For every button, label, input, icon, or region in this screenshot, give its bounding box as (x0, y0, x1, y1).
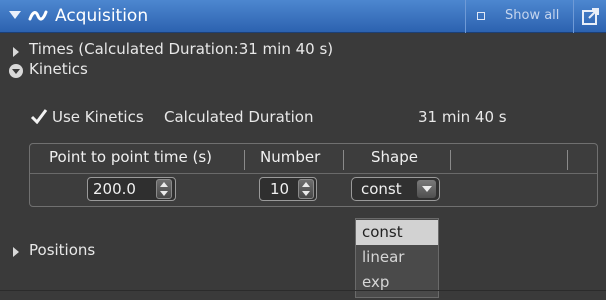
table-header: Point to point time (s) Number Shape (30, 144, 597, 174)
shape-select[interactable]: const (351, 177, 440, 201)
tree-item-kinetics[interactable]: Kinetics (0, 60, 606, 82)
tree-item-positions[interactable]: Positions (0, 241, 350, 263)
expand-arrow-icon[interactable] (13, 247, 19, 257)
tree-item-times[interactable]: Times (Calculated Duration:31 min 40 s) (0, 40, 606, 62)
column-divider[interactable] (244, 150, 245, 170)
column-header-point-time[interactable]: Point to point time (s) (49, 148, 212, 166)
column-divider[interactable] (450, 150, 451, 170)
panel-title: Acquisition (55, 6, 149, 26)
times-label: Times (Calculated Duration:31 min 40 s) (29, 40, 334, 58)
dropdown-option-const[interactable]: const (356, 220, 438, 245)
calculated-duration-label: Calculated Duration (164, 108, 314, 126)
dropdown-option-linear[interactable]: linear (356, 245, 438, 270)
calculated-duration-value: 31 min 40 s (418, 108, 507, 126)
titlebar-divider (573, 0, 574, 33)
point-time-stepper[interactable] (156, 179, 172, 199)
stepper-down-icon[interactable] (160, 191, 168, 196)
point-time-input[interactable]: 200.0 (87, 177, 176, 201)
column-divider[interactable] (343, 150, 344, 170)
dropdown-arrow-icon[interactable] (417, 180, 436, 198)
panel-bottom-border (0, 290, 606, 291)
column-divider[interactable] (567, 150, 568, 170)
use-kinetics-checkbox-icon[interactable] (30, 108, 48, 124)
titlebar-divider (465, 0, 466, 33)
stepper-down-icon[interactable] (302, 191, 310, 196)
column-header-number[interactable]: Number (260, 148, 320, 166)
point-time-value[interactable]: 200.0 (93, 180, 136, 198)
shape-select-value[interactable]: const (361, 180, 402, 198)
number-value[interactable]: 10 (270, 180, 289, 198)
positions-label: Positions (29, 241, 96, 259)
number-input[interactable]: 10 (259, 177, 317, 201)
kinetics-label: Kinetics (29, 60, 88, 78)
show-all-label[interactable]: Show all (505, 8, 559, 23)
number-stepper[interactable] (298, 179, 314, 199)
collapse-arrow-icon[interactable] (9, 11, 21, 19)
expand-arrow-icon[interactable] (13, 47, 19, 57)
column-header-shape[interactable]: Shape (371, 148, 418, 166)
dropdown-option-exp[interactable]: exp (356, 270, 438, 295)
collapse-circle-icon[interactable] (9, 64, 23, 78)
show-all-checkbox[interactable] (477, 12, 485, 20)
shape-dropdown-list: const linear exp (355, 218, 439, 298)
undock-icon[interactable] (580, 5, 602, 27)
stepper-up-icon[interactable] (160, 182, 168, 187)
use-kinetics-label[interactable]: Use Kinetics (52, 108, 144, 126)
acquisition-wave-icon (28, 10, 48, 21)
stepper-up-icon[interactable] (302, 182, 310, 187)
panel-titlebar[interactable]: Acquisition Show all (0, 0, 606, 33)
